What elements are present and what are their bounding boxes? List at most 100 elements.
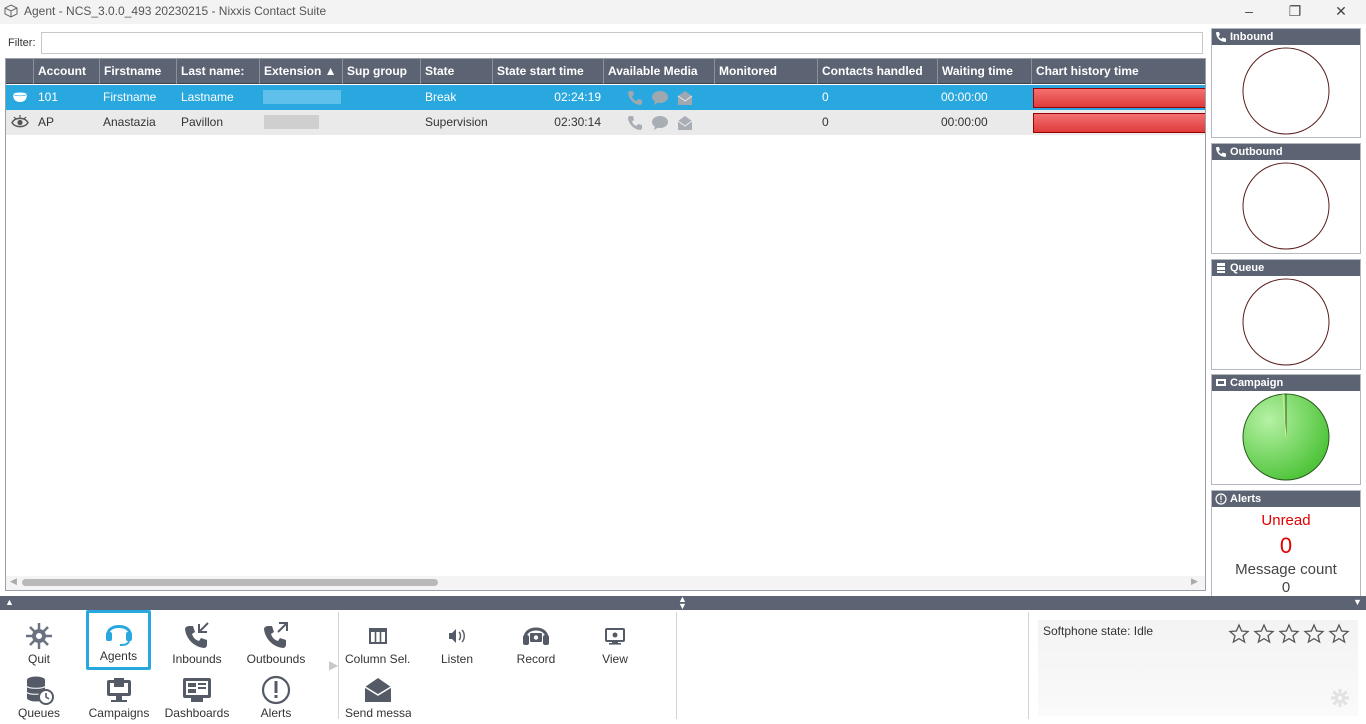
alerts-label: Alerts bbox=[260, 706, 292, 720]
mail-media-icon bbox=[676, 89, 694, 107]
view-button[interactable]: View bbox=[582, 614, 648, 670]
campaign-chart bbox=[1212, 391, 1360, 484]
record-label: Record bbox=[516, 652, 556, 666]
scrollbar-thumb[interactable] bbox=[22, 579, 438, 586]
chat-media-icon bbox=[651, 114, 669, 132]
cell-lastname: Pavillon bbox=[181, 115, 224, 129]
unread-label: Unread bbox=[1261, 512, 1311, 529]
column-header-monitored[interactable]: Monitored bbox=[714, 59, 817, 84]
unread-count: 0 bbox=[1279, 533, 1293, 558]
collapse-up-icon[interactable]: ▲ bbox=[5, 597, 14, 607]
envelope-icon bbox=[364, 678, 392, 702]
outbound-phone-icon bbox=[1216, 147, 1226, 157]
campaigns-label: Campaigns bbox=[88, 706, 150, 720]
listen-button[interactable]: Listen bbox=[424, 614, 490, 670]
queues-label: Queues bbox=[17, 706, 61, 720]
column-header-sup-group[interactable]: Sup group bbox=[342, 59, 420, 84]
chat-media-icon bbox=[651, 89, 669, 107]
alert-icon bbox=[261, 675, 291, 705]
resize-handle-icon[interactable]: ▲ ▼ bbox=[678, 595, 687, 611]
cell-extension-redacted bbox=[264, 115, 319, 129]
column-header-firstname[interactable]: Firstname bbox=[99, 59, 176, 84]
alerts-body: Unread 0 Message count 0 bbox=[1212, 507, 1360, 597]
filter-label: Filter: bbox=[8, 37, 36, 49]
inbound-phone-icon bbox=[185, 622, 209, 648]
table-row[interactable]: AP Anastazia Pavillon Supervision 02:30:… bbox=[6, 110, 1205, 135]
column-header-chart-history-time[interactable]: Chart history time bbox=[1031, 59, 1205, 84]
window-title: Agent - NCS_3.0.0_493 20230215 - Nixxis … bbox=[24, 4, 327, 18]
chart-history-bar bbox=[1033, 88, 1205, 108]
softphone-state: Softphone state: Idle bbox=[1043, 624, 1154, 638]
inbounds-label: Inbounds bbox=[172, 652, 222, 666]
record-headset-icon bbox=[523, 627, 549, 645]
campaign-panel: Campaign bbox=[1211, 374, 1361, 485]
column-header-waiting-time[interactable]: Waiting time bbox=[937, 59, 1031, 84]
campaign-pie bbox=[1242, 393, 1330, 481]
message-count-label: Message count bbox=[1235, 561, 1337, 578]
speaker-icon bbox=[449, 629, 465, 643]
outbound-chart bbox=[1212, 160, 1360, 253]
expand-arrow-icon[interactable]: ▶ bbox=[329, 658, 338, 672]
table-row[interactable]: 101 Firstname Lastname Break 02:24:19 0 … bbox=[6, 85, 1205, 110]
horizontal-scrollbar[interactable]: ◀ ▶ bbox=[6, 576, 1205, 590]
maximize-button[interactable]: ❐ bbox=[1272, 0, 1318, 24]
quit-button[interactable]: Quit bbox=[6, 614, 72, 670]
scroll-left-icon[interactable]: ◀ bbox=[10, 576, 17, 587]
collapse-down-icon[interactable]: ▼ bbox=[1353, 597, 1362, 607]
record-button[interactable]: Record bbox=[503, 614, 569, 670]
queue-pie bbox=[1242, 278, 1330, 366]
dashboards-button[interactable]: Dashboards bbox=[164, 668, 230, 724]
cell-contacts-handled: 0 bbox=[822, 115, 829, 129]
campaigns-button[interactable]: Campaigns bbox=[86, 668, 152, 724]
column-header-lastname[interactable]: Last name: bbox=[176, 59, 259, 84]
dashboard-icon bbox=[183, 678, 211, 702]
column-header-state-start-time[interactable]: State start time bbox=[492, 59, 603, 84]
stats-panel: Inbound Outbound Queue Campaign Alerts U… bbox=[1210, 24, 1366, 597]
alerts-title: Alerts bbox=[1212, 491, 1360, 507]
alerts-panel: Alerts Unread 0 Message count 0 bbox=[1211, 490, 1361, 597]
agents-button[interactable]: Agents bbox=[86, 610, 151, 670]
alerts-button[interactable]: Alerts bbox=[243, 668, 309, 724]
inbound-chart bbox=[1212, 45, 1360, 137]
columns-icon bbox=[369, 628, 387, 644]
toolbar-divider bbox=[1028, 612, 1029, 719]
outbound-phone-icon bbox=[264, 622, 288, 648]
app-cube-icon bbox=[4, 4, 18, 18]
outbound-title: Outbound bbox=[1212, 144, 1360, 160]
quit-label: Quit bbox=[27, 652, 50, 666]
panel-splitter[interactable]: ▲ ▲ ▼ ▼ bbox=[0, 595, 1366, 611]
cell-account: AP bbox=[38, 115, 55, 129]
inbound-phone-icon bbox=[1216, 32, 1226, 42]
column-header-available-media[interactable]: Available Media bbox=[603, 59, 714, 84]
cell-waiting-time: 00:00:00 bbox=[941, 115, 988, 129]
mail-media-icon bbox=[676, 114, 694, 132]
column-header-contacts-handled[interactable]: Contacts handled bbox=[817, 59, 937, 84]
available-media bbox=[626, 114, 706, 132]
column-header-state[interactable]: State bbox=[420, 59, 492, 84]
column-selector-button[interactable]: Column Sel... bbox=[345, 614, 411, 670]
agents-grid: Account Firstname Last name: Extension ▲… bbox=[5, 58, 1206, 591]
close-button[interactable]: ✕ bbox=[1318, 0, 1364, 24]
queues-button[interactable]: Queues bbox=[6, 668, 72, 724]
send-message-button[interactable]: Send messa... bbox=[345, 668, 411, 724]
scroll-right-icon[interactable]: ▶ bbox=[1191, 576, 1198, 587]
inbound-title-text: Inbound bbox=[1230, 31, 1274, 43]
rating-stars[interactable] bbox=[1228, 623, 1350, 645]
grid-header: Account Firstname Last name: Extension ▲… bbox=[6, 59, 1205, 84]
column-header-account[interactable]: Account bbox=[33, 59, 99, 84]
title-bar: Agent - NCS_3.0.0_493 20230215 - Nixxis … bbox=[0, 0, 1366, 24]
gear-icon[interactable] bbox=[1330, 688, 1350, 708]
filter-input[interactable] bbox=[41, 32, 1203, 54]
outbounds-button[interactable]: Outbounds bbox=[243, 614, 309, 670]
cell-contacts-handled: 0 bbox=[822, 90, 829, 104]
cell-state: Break bbox=[425, 90, 457, 104]
softphone-area: Softphone state: Idle bbox=[1038, 620, 1358, 716]
minimize-button[interactable]: – bbox=[1226, 0, 1272, 24]
headset-icon bbox=[106, 625, 132, 646]
queue-title: Queue bbox=[1212, 260, 1360, 276]
inbounds-button[interactable]: Inbounds bbox=[164, 614, 230, 670]
inbound-pie bbox=[1242, 47, 1330, 135]
column-header-extension[interactable]: Extension ▲ bbox=[259, 59, 342, 84]
campaign-icon bbox=[107, 678, 131, 702]
listen-label: Listen bbox=[440, 652, 474, 666]
